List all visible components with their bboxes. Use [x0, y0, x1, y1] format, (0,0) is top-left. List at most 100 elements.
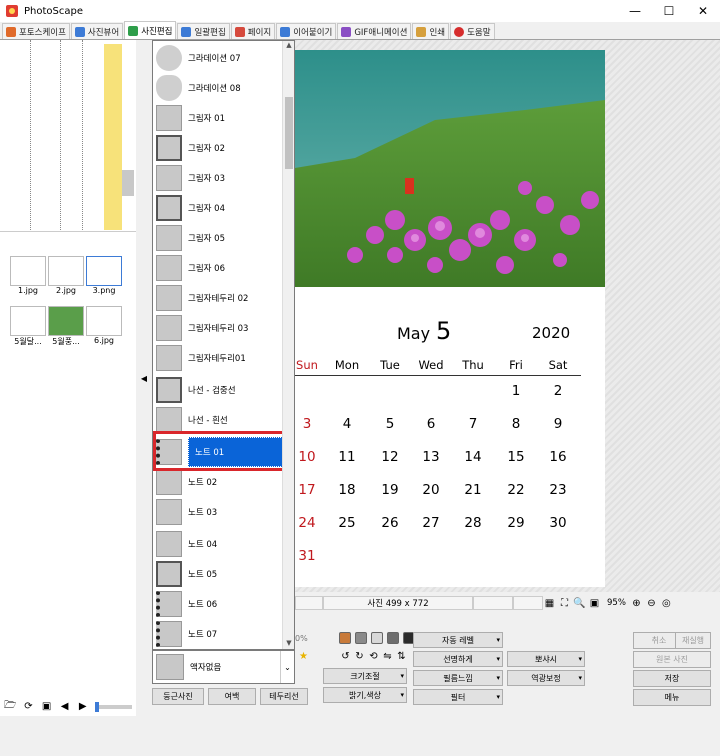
rotate-right-icon[interactable]: ↻	[353, 650, 366, 663]
minimize-button[interactable]: —	[618, 0, 652, 22]
tab-label: 사진뷰어	[87, 27, 120, 38]
tab-photoscape[interactable]: 포토스케이프	[2, 23, 70, 39]
tab-editor[interactable]: 사진편집	[124, 21, 177, 39]
frame-item[interactable]: 그림자 02	[153, 133, 283, 163]
frame-item[interactable]: 그라데이션 08	[153, 73, 283, 103]
brightness-button[interactable]: 밝기,색상 ▾	[323, 687, 407, 703]
tab-combine[interactable]: 이어붙이기	[276, 23, 337, 39]
frame-item[interactable]: 노트 07	[153, 619, 283, 649]
auto-level-button[interactable]: 자동 레벨 ▾	[413, 632, 503, 648]
maximize-button[interactable]: ☐	[652, 0, 686, 22]
film-effect-button[interactable]: 필름느낌 ▾	[413, 670, 503, 686]
backlight-button[interactable]: 역광보정 ▾	[507, 670, 585, 686]
folder-tree[interactable]	[0, 40, 136, 232]
fit-icon[interactable]: ⛶	[558, 597, 571, 610]
chevron-down-icon[interactable]: ⌄	[280, 651, 294, 683]
frame-item[interactable]: 노트 06	[153, 589, 283, 619]
frame-item[interactable]: 노트 05	[153, 559, 283, 589]
frame-label: 노트 03	[188, 508, 218, 518]
calendar-date: 14	[464, 449, 482, 465]
fullscreen-icon[interactable]: ◎	[660, 597, 673, 610]
refresh-icon[interactable]: ⟳	[22, 700, 34, 713]
frame-item[interactable]: 그라데이션 07	[153, 43, 283, 73]
filter-button[interactable]: 필터 ▾	[413, 689, 503, 705]
mirror-icon[interactable]: ⇅	[395, 650, 408, 663]
calendar-month: May	[397, 324, 431, 343]
frame-label: 그림자 04	[188, 204, 225, 214]
frame-list-scrollbar[interactable]: ▲ ▼	[282, 41, 294, 649]
tab-print[interactable]: 인쇄	[412, 23, 450, 39]
calendar-photo	[295, 50, 605, 287]
zoom-in-icon[interactable]: ⊕	[630, 597, 643, 610]
frame-list[interactable]: 그라데이션 07 그라데이션 08 그림자 01 그림자 02 그림자 03 그…	[152, 40, 295, 650]
tab-viewer[interactable]: 사진뷰어	[70, 23, 124, 39]
zoom-fit-icon[interactable]: 🔍	[573, 597, 586, 610]
frame-select[interactable]: 액자없음 ⌄	[152, 650, 295, 684]
margin-button[interactable]: 여백	[208, 688, 256, 705]
folder-up-icon[interactable]: 🗁	[4, 700, 16, 713]
tab-gif[interactable]: GIF애니메이션	[337, 23, 412, 39]
frame-label: 노트 05	[188, 570, 218, 580]
editor-canvas[interactable]: May 5 2020 Sun Mon Tue Wed Thu Fri Sat 1…	[295, 40, 720, 592]
bloom-button[interactable]: 뽀샤시 ▾	[507, 651, 585, 667]
thumbnail-item[interactable]: 1.jpg	[8, 256, 48, 306]
photos-icon[interactable]: ▣	[41, 700, 53, 713]
frame-item[interactable]: 노트 04	[153, 529, 283, 559]
caret-icon: ▾	[496, 636, 500, 644]
collapse-left-button[interactable]: ◀	[136, 40, 152, 716]
thumbnail-item[interactable]: 5월달...	[8, 306, 48, 356]
tab-help[interactable]: 도움말	[450, 23, 495, 39]
menu-button[interactable]: 메뉴	[633, 689, 711, 706]
color-swatch[interactable]	[339, 632, 351, 644]
thumbnail-item[interactable]: 5월풍...	[46, 306, 86, 356]
frame-item[interactable]: 노트 02	[153, 467, 283, 497]
thumbnail-item[interactable]: 3.png	[84, 256, 124, 306]
star-icon[interactable]: ★	[297, 650, 310, 663]
frame-item[interactable]: 나선 - 검중선	[153, 375, 283, 405]
scroll-down-icon[interactable]: ▼	[283, 639, 294, 649]
frame-item[interactable]: 그림자 04	[153, 193, 283, 223]
flip-icon[interactable]: ⇋	[381, 650, 394, 663]
thumbnail-item[interactable]: 6.jpg	[84, 306, 124, 356]
tab-batch[interactable]: 일괄편집	[177, 23, 230, 39]
scroll-up-icon[interactable]: ▲	[283, 41, 294, 51]
scroll-thumb[interactable]	[285, 97, 293, 169]
close-button[interactable]: ✕	[686, 0, 720, 22]
arrow-left-icon[interactable]: ◀	[59, 700, 71, 713]
zoom-out-icon[interactable]: ⊖	[645, 597, 658, 610]
save-button[interactable]: 저장	[633, 670, 711, 687]
thumbnail-grid: 1.jpg 2.jpg 3.png 5월달... 5월풍... 6.jpg	[0, 248, 136, 688]
checker-icon[interactable]: ▦	[543, 597, 556, 610]
frame-thumb	[156, 225, 182, 251]
frame-item[interactable]: 그림자테두리 03	[153, 313, 283, 343]
help-tab-icon	[454, 26, 465, 37]
frame-item[interactable]: 노트 03	[153, 497, 283, 527]
thumb-size-slider[interactable]	[94, 702, 132, 712]
color-swatch[interactable]	[371, 632, 383, 644]
frame-item[interactable]: 그림자테두리 02	[153, 283, 283, 313]
frame-item[interactable]: 그림자 06	[153, 253, 283, 283]
tree-scrollbar[interactable]	[122, 170, 134, 196]
actual-size-icon[interactable]: ▣	[588, 597, 601, 610]
frame-item[interactable]: 그림자 05	[153, 223, 283, 253]
rotate-left-icon[interactable]: ↺	[339, 650, 352, 663]
arrow-right-icon[interactable]: ▶	[77, 700, 89, 713]
frame-item[interactable]: 그림자테두리01	[153, 343, 283, 373]
editor-tab-icon	[128, 25, 139, 36]
folder-icon	[104, 44, 122, 230]
redo-button[interactable]: 재실행	[675, 632, 711, 649]
sharpen-button[interactable]: 선명하게 ▾	[413, 651, 503, 667]
slider-handle[interactable]	[94, 702, 99, 712]
frame-item[interactable]: 그림자 01	[153, 103, 283, 133]
original-photo-button[interactable]: 원본 사진	[633, 651, 711, 668]
round-photo-button[interactable]: 둥근사진	[152, 688, 204, 705]
tab-page[interactable]: 페이지	[230, 23, 276, 39]
thumbnail-item[interactable]: 2.jpg	[46, 256, 86, 306]
frame-item[interactable]: 그림자 03	[153, 163, 283, 193]
rotate-icon[interactable]: ⟲	[367, 650, 380, 663]
resize-button[interactable]: 크기조절 ▾	[323, 668, 407, 684]
color-swatch[interactable]	[387, 632, 399, 644]
frame-label: 그림자 02	[188, 144, 225, 154]
color-swatch[interactable]	[355, 632, 367, 644]
weekday-label: Sat	[548, 358, 568, 372]
